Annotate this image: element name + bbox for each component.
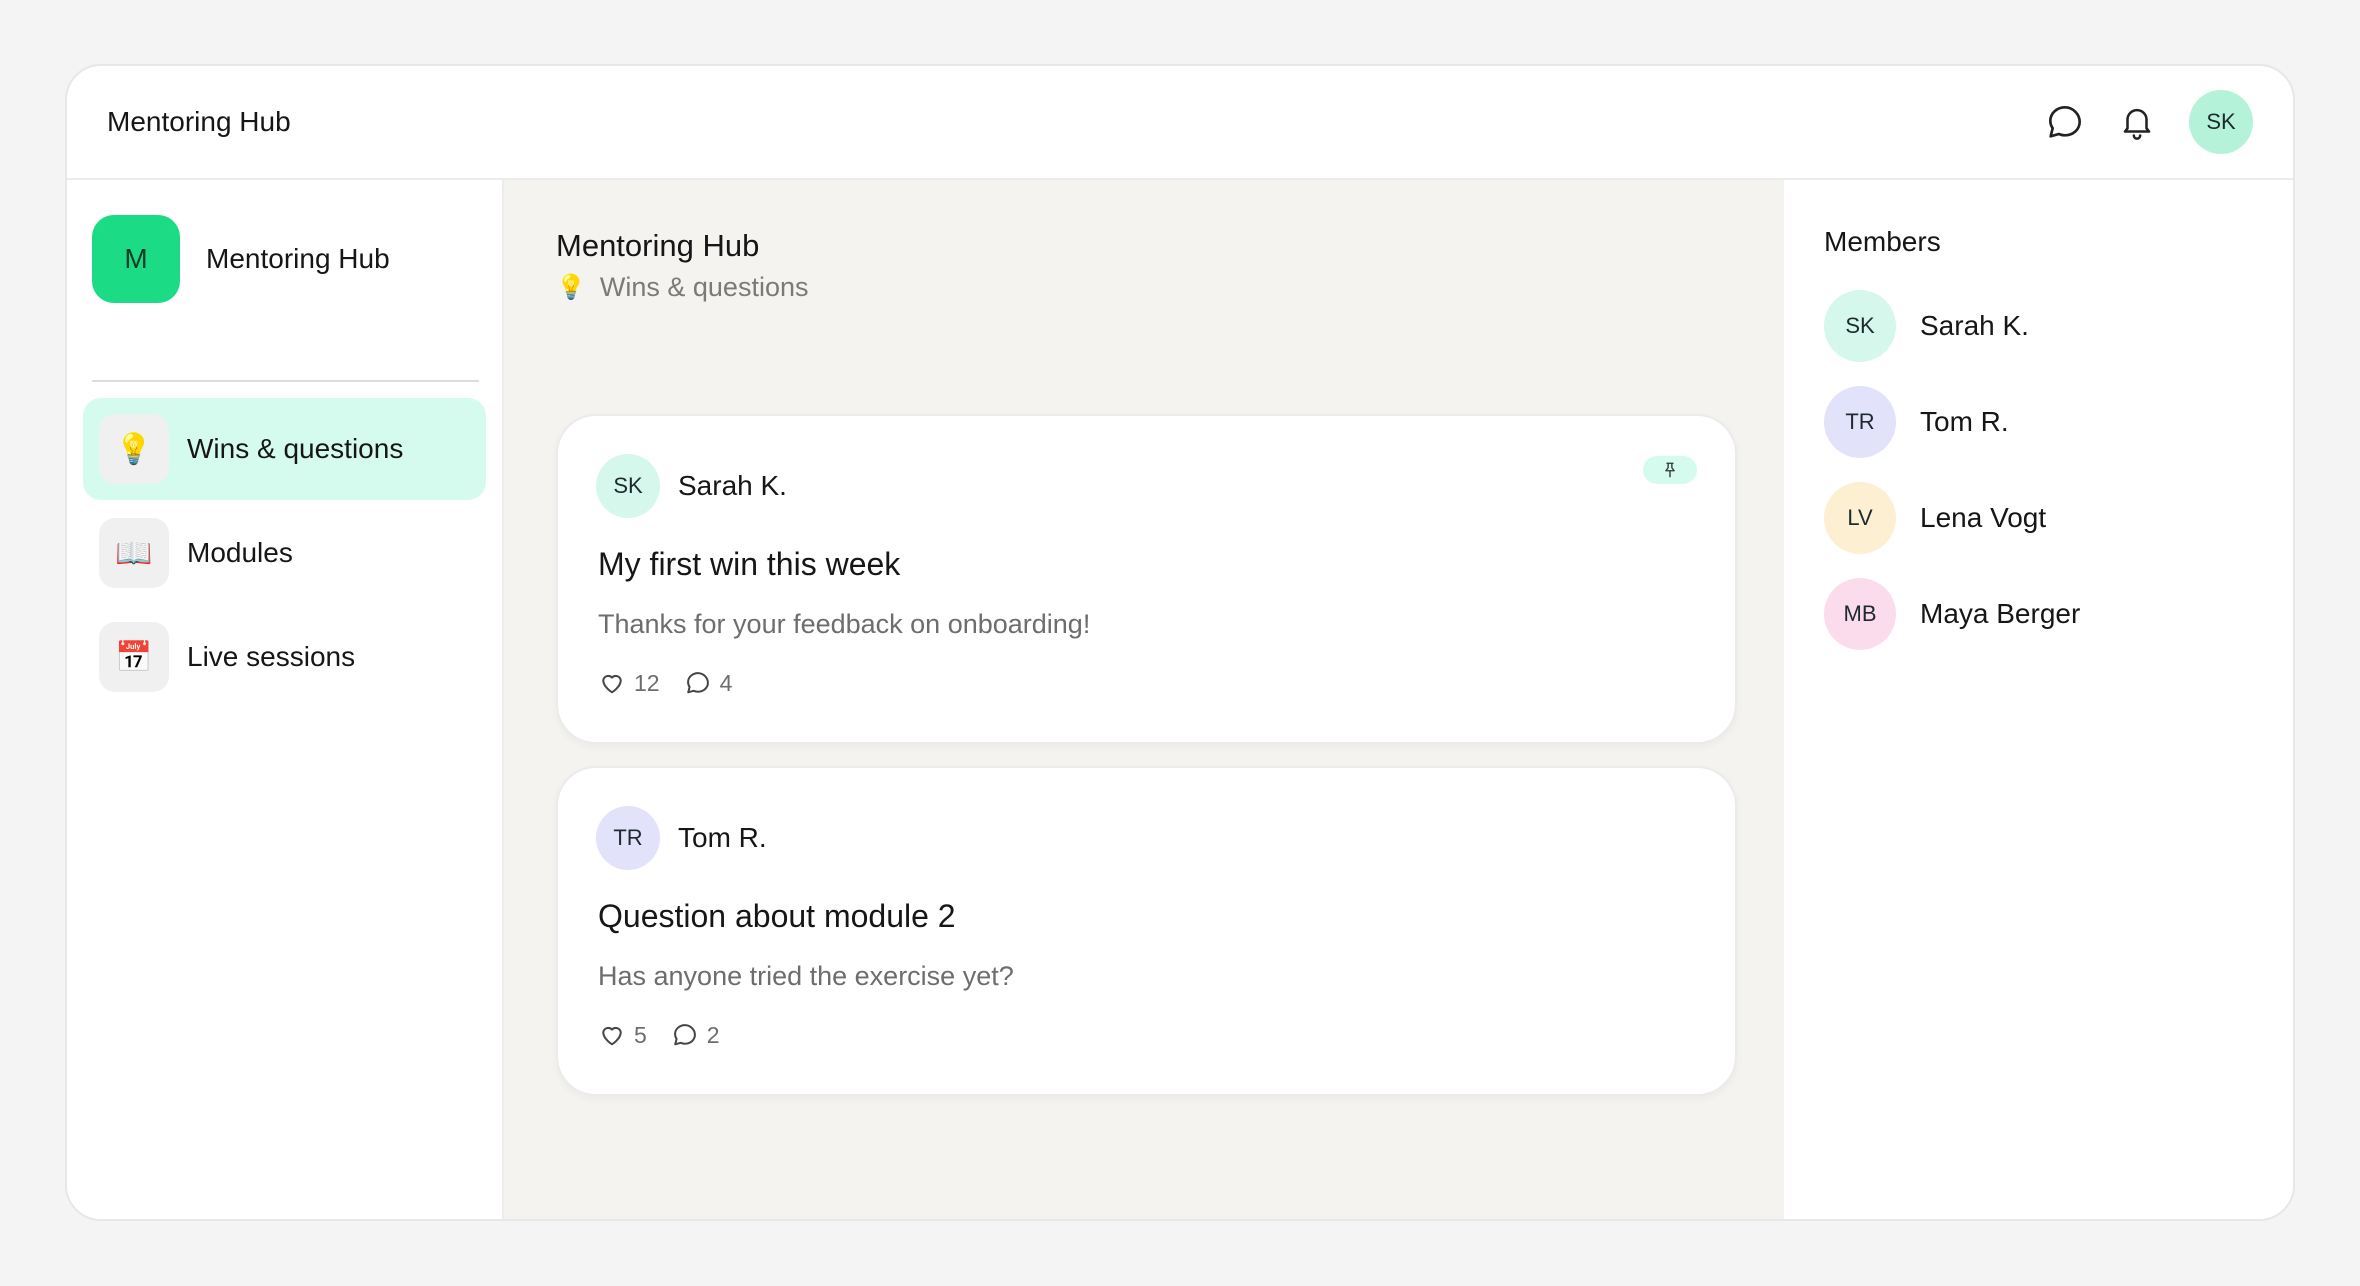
channel-subtitle: 💡 Wins & questions bbox=[556, 272, 808, 303]
member-item[interactable]: TR Tom R. bbox=[1824, 386, 2080, 458]
pinned-badge bbox=[1643, 456, 1697, 484]
member-name: Tom R. bbox=[1920, 406, 2009, 437]
member-list: SK Sarah K. TR Tom R. LV Lena Vogt MB Ma… bbox=[1824, 290, 2080, 674]
hub-header[interactable]: M Mentoring Hub bbox=[92, 214, 479, 304]
chat-button[interactable] bbox=[2033, 90, 2097, 154]
member-avatar: MB bbox=[1824, 578, 1896, 650]
page-title: Mentoring Hub bbox=[556, 228, 760, 263]
member-avatar: TR bbox=[1824, 386, 1896, 458]
member-avatar: LV bbox=[1824, 482, 1896, 554]
member-avatar: SK bbox=[1824, 290, 1896, 362]
post-title[interactable]: Question about module 2 bbox=[598, 898, 956, 935]
heart-icon bbox=[602, 1026, 622, 1046]
sidebar-divider bbox=[92, 380, 479, 382]
member-initials: TR bbox=[1845, 409, 1875, 434]
post-body: Has anyone tried the exercise yet? bbox=[598, 961, 1014, 991]
post-card[interactable]: SK Sarah K. My first win this week Thank… bbox=[556, 414, 1737, 744]
sidebar-item-label: Wins & questions bbox=[187, 433, 404, 464]
members-panel: Members SK Sarah K. TR Tom R. LV Lena Vo… bbox=[1784, 180, 2293, 1219]
comment-icon bbox=[686, 672, 709, 694]
member-item[interactable]: MB Maya Berger bbox=[1824, 578, 2080, 650]
sidebar: M Mentoring Hub 💡 Wins & questions 📖 Mod… bbox=[67, 180, 504, 1219]
member-name: Lena Vogt bbox=[1920, 502, 2047, 533]
post-stats: 5 2 bbox=[598, 1021, 744, 1049]
notifications-button[interactable] bbox=[2105, 90, 2169, 154]
sidebar-item-wins-questions[interactable]: 💡 Wins & questions bbox=[83, 398, 486, 500]
sidebar-item-modules[interactable]: 📖 Modules bbox=[83, 502, 486, 604]
heart-icon bbox=[602, 674, 622, 694]
hub-logo-initial: M bbox=[124, 243, 148, 274]
pin-icon bbox=[1665, 462, 1675, 478]
like-button[interactable]: 5 bbox=[598, 1021, 647, 1049]
author-avatar[interactable]: SK bbox=[596, 454, 660, 518]
user-avatar-initials: SK bbox=[2206, 109, 2236, 134]
comment-count: 4 bbox=[719, 669, 733, 696]
member-item[interactable]: LV Lena Vogt bbox=[1824, 482, 2080, 554]
book-icon: 📖 bbox=[99, 518, 169, 588]
top-actions: SK bbox=[2025, 90, 2253, 154]
hub-logo: M bbox=[92, 215, 180, 303]
members-title: Members bbox=[1824, 226, 1941, 257]
sidebar-item-live-sessions[interactable]: 📅 Live sessions bbox=[83, 606, 486, 708]
member-initials: SK bbox=[1845, 313, 1875, 338]
sidebar-item-label: Live sessions bbox=[187, 641, 356, 672]
post-card[interactable]: TR Tom R. Question about module 2 Has an… bbox=[556, 766, 1737, 1096]
lightbulb-icon: 💡 bbox=[556, 274, 586, 301]
channel-name: Wins & questions bbox=[599, 272, 809, 302]
member-initials: LV bbox=[1847, 505, 1873, 530]
like-button[interactable]: 12 bbox=[598, 669, 660, 697]
lightbulb-icon: 💡 bbox=[99, 414, 169, 484]
member-name: Sarah K. bbox=[1920, 310, 2029, 341]
comment-count: 2 bbox=[706, 1021, 720, 1048]
member-item[interactable]: SK Sarah K. bbox=[1824, 290, 2080, 362]
author-avatar[interactable]: TR bbox=[596, 806, 660, 870]
member-initials: MB bbox=[1843, 601, 1877, 626]
comment-icon bbox=[673, 1024, 696, 1046]
app-title: Mentoring Hub bbox=[107, 106, 291, 137]
post-author: TR Tom R. bbox=[596, 806, 767, 870]
top-bar: Mentoring Hub SK bbox=[67, 66, 2293, 180]
bell-icon bbox=[2123, 108, 2151, 140]
main-feed: Mentoring Hub 💡 Wins & questions SK Sara… bbox=[504, 180, 1784, 1219]
comment-button[interactable]: 2 bbox=[671, 1021, 720, 1049]
author-name[interactable]: Tom R. bbox=[678, 822, 767, 854]
like-count: 12 bbox=[634, 669, 660, 696]
post-stats: 12 4 bbox=[598, 669, 756, 697]
sidebar-nav: 💡 Wins & questions 📖 Modules 📅 Live sess… bbox=[83, 398, 486, 710]
user-avatar[interactable]: SK bbox=[2189, 90, 2253, 154]
member-name: Maya Berger bbox=[1920, 598, 2081, 629]
calendar-icon: 📅 bbox=[99, 622, 169, 692]
hub-name: Mentoring Hub bbox=[206, 243, 390, 274]
sidebar-item-label: Modules bbox=[187, 537, 293, 568]
post-author: SK Sarah K. bbox=[596, 454, 787, 518]
like-count: 5 bbox=[634, 1021, 647, 1048]
author-name[interactable]: Sarah K. bbox=[678, 470, 787, 502]
comment-button[interactable]: 4 bbox=[684, 669, 733, 697]
author-initials: SK bbox=[613, 473, 643, 498]
post-body: Thanks for your feedback on onboarding! bbox=[598, 609, 1091, 639]
post-title[interactable]: My first win this week bbox=[598, 546, 900, 583]
author-initials: TR bbox=[613, 825, 643, 850]
app-window: Mentoring Hub SK M Mentoring Hub 💡 Wins … bbox=[65, 64, 2295, 1221]
chat-bubble-icon bbox=[2049, 106, 2081, 138]
